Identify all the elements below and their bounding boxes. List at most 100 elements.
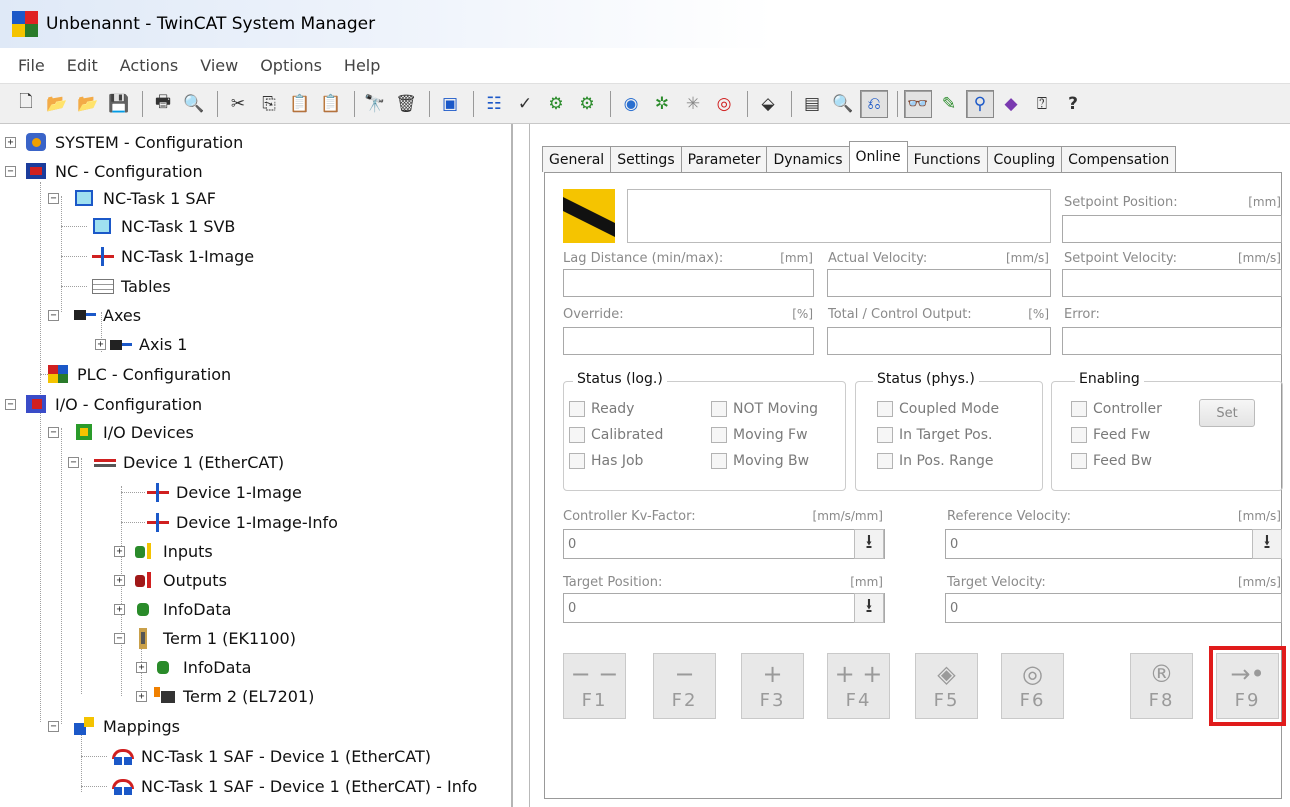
toggle-freerun-icon[interactable]: ✳	[679, 90, 707, 118]
kv-factor-field[interactable]: 0	[563, 529, 885, 559]
help-icon[interactable]: ⍰	[1028, 90, 1056, 118]
tab-compensation[interactable]: Compensation	[1061, 146, 1177, 172]
tab-dynamics[interactable]: Dynamics	[766, 146, 850, 172]
tree-item-io[interactable]: − I/O - Configuration	[5, 390, 202, 418]
collapse-icon[interactable]: −	[48, 309, 59, 321]
context-help-icon[interactable]: ?	[1059, 90, 1087, 118]
tree-item-device-1-image-info[interactable]: Device 1-Image-Info	[145, 508, 338, 536]
menu-help[interactable]: Help	[344, 56, 380, 75]
collapse-icon[interactable]: −	[5, 165, 16, 177]
set-run-mode-icon[interactable]: ⚙	[542, 90, 570, 118]
collapse-icon[interactable]: −	[48, 192, 59, 204]
tree-item-term-1[interactable]: − Term 1 (EK1100)	[114, 624, 296, 652]
configuration-tree[interactable]: + SYSTEM - Configuration − NC - Configur…	[0, 124, 513, 807]
restart-icon[interactable]: ⚙	[573, 90, 601, 118]
open-file-icon[interactable]: 📂	[43, 90, 71, 118]
tree-item-system[interactable]: + SYSTEM - Configuration	[5, 128, 243, 156]
show-online-graph-icon[interactable]: 👓	[904, 89, 932, 118]
print-icon[interactable]: 🖶	[149, 90, 177, 118]
tab-functions[interactable]: Functions	[906, 146, 988, 172]
paste-with-links-icon[interactable]: 📋	[317, 90, 345, 118]
tab-parameter[interactable]: Parameter	[680, 146, 768, 172]
expand-icon[interactable]: +	[114, 574, 125, 586]
reference-velocity-field[interactable]: 0	[945, 529, 1282, 559]
collapse-icon[interactable]: −	[48, 426, 59, 438]
tree-item-io-devices[interactable]: − I/O Devices	[48, 418, 194, 446]
copy-icon[interactable]: ⎘	[255, 90, 283, 118]
delete-icon[interactable]: 🗑	[392, 90, 420, 118]
edit-group-icon[interactable]: ⬙	[754, 90, 782, 118]
tree-item-inputs[interactable]: + Inputs	[114, 537, 213, 565]
open-from-target-icon[interactable]: 📂	[74, 90, 102, 118]
tab-coupling[interactable]: Coupling	[986, 146, 1063, 172]
print-preview-icon[interactable]: 🔍	[180, 90, 208, 118]
f1-fast-backward-button[interactable]: − − F1	[563, 653, 626, 719]
reference-velocity-download-button[interactable]: ⭳	[1252, 529, 1282, 559]
collapse-icon[interactable]: −	[114, 632, 125, 644]
expand-icon[interactable]: +	[5, 136, 16, 148]
tree-item-mapping-1[interactable]: NC-Task 1 SAF - Device 1 (EtherCAT)	[110, 742, 431, 770]
tree-item-outputs[interactable]: + Outputs	[114, 566, 227, 594]
tree-item-nc-task-image[interactable]: NC-Task 1-Image	[90, 242, 254, 270]
view-mappings-icon[interactable]: ⎌	[860, 89, 888, 118]
menu-actions[interactable]: Actions	[120, 56, 178, 75]
tree-item-mappings[interactable]: − Mappings	[48, 712, 180, 740]
monitor-icon[interactable]: ▣	[436, 90, 464, 118]
set-enabling-button[interactable]: Set	[1199, 399, 1255, 427]
collapse-icon[interactable]: −	[48, 720, 59, 732]
expand-icon[interactable]: +	[114, 603, 125, 615]
ads-connect-icon[interactable]: ✎	[935, 90, 963, 118]
expand-icon[interactable]: +	[136, 690, 147, 702]
cut-icon[interactable]: ✂	[224, 90, 252, 118]
activate-configuration-icon[interactable]: ☷	[480, 90, 508, 118]
kv-factor-download-button[interactable]: ⭳	[854, 529, 884, 559]
paste-icon[interactable]: 📋	[286, 90, 314, 118]
tree-item-device-1[interactable]: − Device 1 (EtherCAT)	[68, 448, 284, 476]
tree-item-axes[interactable]: − Axes	[48, 301, 141, 329]
show-online-data-icon[interactable]: ◎	[710, 90, 738, 118]
check-configuration-icon[interactable]: ✓	[511, 90, 539, 118]
new-file-icon[interactable]: 🗋	[12, 90, 40, 118]
target-position-field[interactable]: 0	[563, 593, 885, 623]
find-icon[interactable]: 🔭	[361, 90, 389, 118]
tree-item-axis-1[interactable]: + Axis 1	[95, 330, 187, 358]
tree-item-mapping-2[interactable]: NC-Task 1 SAF - Device 1 (EtherCAT) - In…	[110, 772, 477, 800]
tree-item-tables[interactable]: Tables	[90, 272, 171, 300]
teach-icon[interactable]: ◆	[997, 90, 1025, 118]
menu-view[interactable]: View	[200, 56, 238, 75]
menu-options[interactable]: Options	[260, 56, 322, 75]
choose-target-icon[interactable]: ◉	[617, 90, 645, 118]
tree-item-nc[interactable]: − NC - Configuration	[5, 157, 203, 185]
expand-icon[interactable]: +	[95, 338, 106, 350]
expand-icon[interactable]: +	[114, 545, 125, 557]
f2-backward-button[interactable]: − F2	[653, 653, 716, 719]
tree-item-nc-task-svb[interactable]: NC-Task 1 SVB	[90, 212, 235, 240]
tab-online[interactable]: Online	[848, 141, 908, 172]
collapse-icon[interactable]: −	[68, 456, 79, 468]
tab-settings[interactable]: Settings	[610, 146, 682, 172]
tree-item-term-1-infodata[interactable]: + InfoData	[135, 653, 251, 681]
menu-edit[interactable]: Edit	[67, 56, 98, 75]
scan-devices-icon[interactable]: ✲	[648, 90, 676, 118]
tree-item-nc-task-saf[interactable]: − NC-Task 1 SAF	[48, 184, 216, 212]
target-position-download-button[interactable]: ⭳	[854, 593, 884, 623]
f4-fast-forward-button[interactable]: + + F4	[827, 653, 890, 719]
f5-start-button[interactable]: ◈ F5	[915, 653, 978, 719]
f8-reset-button[interactable]: ® F8	[1130, 653, 1193, 719]
expand-icon[interactable]: +	[136, 661, 147, 673]
f6-stop-button[interactable]: ◎ F6	[1001, 653, 1064, 719]
tree-item-term-2[interactable]: + Term 2 (EL7201)	[135, 682, 314, 710]
view-icon[interactable]: ▤	[798, 90, 826, 118]
collapse-icon[interactable]: −	[5, 398, 16, 410]
f3-forward-button[interactable]: + F3	[741, 653, 804, 719]
tree-item-infodata[interactable]: + InfoData	[114, 595, 231, 623]
tab-general[interactable]: General	[542, 146, 612, 172]
save-icon[interactable]: 💾	[105, 90, 133, 118]
tree-item-plc[interactable]: PLC - Configuration	[46, 360, 231, 388]
zoom-icon[interactable]: 🔍	[829, 90, 857, 118]
menu-file[interactable]: File	[18, 56, 45, 75]
scope-icon[interactable]: ⚲	[966, 89, 994, 118]
target-velocity-field[interactable]: 0	[945, 593, 1282, 623]
f9-reference-button[interactable]: →• F9	[1216, 653, 1279, 719]
tree-item-device-1-image[interactable]: Device 1-Image	[145, 478, 302, 506]
